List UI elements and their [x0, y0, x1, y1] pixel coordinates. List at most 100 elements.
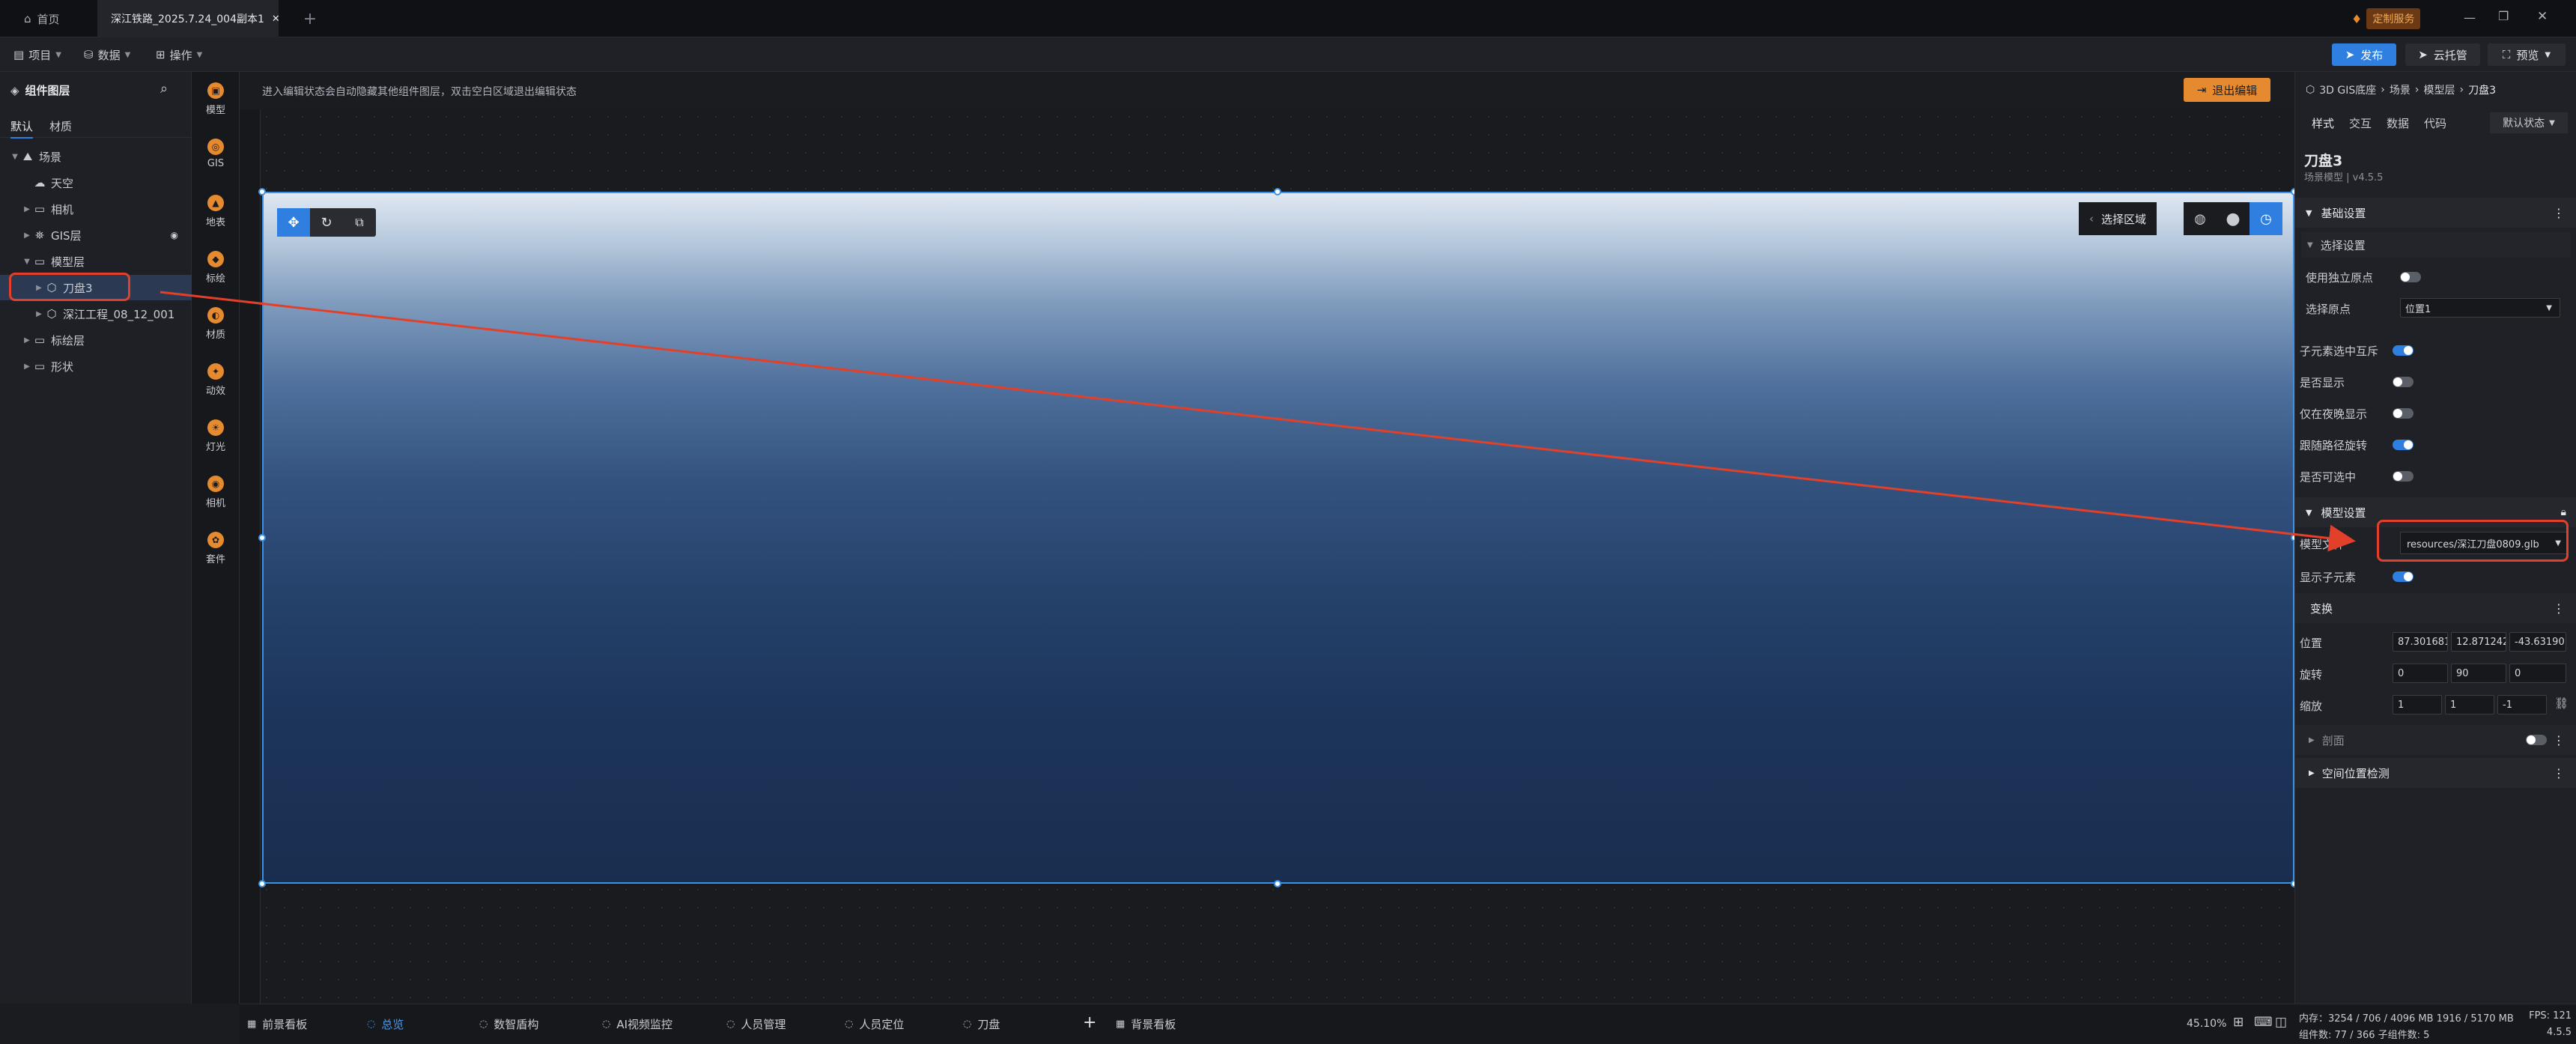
tab-data[interactable]: 数据	[2387, 115, 2409, 131]
more-icon[interactable]: ⋮	[2553, 766, 2565, 780]
clip-section[interactable]: ▶ 剖面 ⋮	[2295, 725, 2576, 755]
caret-right-icon[interactable]: ▶	[22, 231, 31, 240]
page-tab[interactable]: ◌ 数智盾构	[479, 1004, 538, 1044]
project-tab[interactable]: 深江铁路_2025.7.24_004副本1 ✕	[97, 0, 280, 37]
select-area-control[interactable]: ‹ 选择区域	[2079, 202, 2157, 235]
component-category-camera[interactable]: ◉ 相机	[192, 476, 240, 509]
more-icon[interactable]: ⋮	[2553, 733, 2565, 747]
caret-down-icon[interactable]: ▼	[22, 258, 31, 266]
page-tab[interactable]: ◌ 人员定位	[845, 1004, 904, 1044]
page-tab[interactable]: ▦ 背景看板	[1116, 1004, 1176, 1044]
breadcrumb-item[interactable]: 模型层	[2423, 82, 2455, 97]
page-tab[interactable]: ◌ 总览	[367, 1004, 404, 1044]
state-select[interactable]: 默认状态 ▼	[2490, 112, 2568, 133]
fit-icon[interactable]: ⊞	[2233, 1015, 2244, 1030]
space-detection-section[interactable]: ▶ 空间位置检测 ⋮	[2295, 758, 2576, 788]
component-category-kit[interactable]: ✿ 套件	[192, 532, 240, 565]
position-y-input[interactable]: 12.871242!	[2451, 632, 2506, 652]
scale-x-input[interactable]: 1	[2393, 695, 2442, 714]
tab-code[interactable]: 代码	[2424, 115, 2446, 131]
clip-toggle[interactable]	[2526, 735, 2547, 745]
breadcrumb-item[interactable]: 刀盘3	[2468, 82, 2496, 97]
add-tab-button[interactable]: +	[297, 0, 323, 37]
position-z-input[interactable]: -43.63190	[2509, 632, 2566, 652]
layer-tree-item[interactable]: ▶ ▭ 相机	[0, 196, 192, 222]
resize-handle-top[interactable]	[1274, 188, 1281, 195]
resize-handle-top-left[interactable]	[258, 188, 266, 195]
rotation-x-input[interactable]: 0	[2393, 664, 2448, 683]
layer-tree-item[interactable]: ▶ ⬡ 深江工程_08_12_001	[0, 301, 192, 327]
exit-edit-button[interactable]: ⇥ 退出编辑	[2184, 78, 2270, 102]
select-origin-dropdown[interactable]: 位置1 ▼	[2400, 298, 2560, 318]
move-icon[interactable]: ✥	[277, 208, 310, 237]
custom-service-button[interactable]: ♦ 定制服务	[2351, 7, 2421, 30]
resize-handle-bottom[interactable]	[1274, 880, 1281, 887]
hidden-eye-icon[interactable]: ◉	[171, 230, 178, 240]
caret-right-icon[interactable]: ▶	[22, 336, 31, 345]
tab-style[interactable]: 样式	[2312, 115, 2334, 131]
page-tab[interactable]: ◌ 刀盘	[963, 1004, 1000, 1044]
page-tab[interactable]: ◌ 人员管理	[726, 1004, 786, 1044]
follow-rotation-toggle[interactable]	[2393, 440, 2414, 450]
rotation-y-input[interactable]: 90	[2451, 664, 2506, 683]
restore-icon[interactable]: ❐	[2498, 9, 2509, 23]
publish-button[interactable]: ➤ 发布	[2332, 43, 2396, 66]
caret-right-icon[interactable]: ▶	[22, 362, 31, 371]
scale-z-input[interactable]: -1	[2497, 695, 2547, 714]
caret-down-icon[interactable]: ▼	[10, 153, 19, 161]
select-settings-section[interactable]: ▼ 选择设置	[2301, 232, 2571, 258]
more-icon[interactable]: ⋮	[2553, 601, 2565, 616]
basic-settings-section[interactable]: ▼ 基础设置 ⋮	[2295, 198, 2576, 228]
selectable-toggle[interactable]	[2393, 471, 2414, 482]
scene-viewport[interactable]: ✥ ↻ ⧉ ‹ 选择区域 ◍ ● ◷	[262, 192, 2294, 884]
close-icon[interactable]: ✕	[272, 13, 280, 25]
home-tab[interactable]: ⌂ 首页	[15, 0, 97, 37]
page-tab[interactable]: ◌ AI视频监控	[602, 1004, 672, 1044]
component-category-gis[interactable]: ◎ GIS	[192, 139, 240, 169]
zoom-level[interactable]: 45.10%	[2187, 1018, 2226, 1030]
scale-y-input[interactable]: 1	[2445, 695, 2494, 714]
project-menu[interactable]: ▤ 项目 ▼	[13, 37, 61, 72]
layer-tree-item[interactable]: ▼ ▭ 模型层	[0, 249, 192, 274]
panel-toggle-icon[interactable]: ◫	[2275, 1015, 2287, 1030]
component-category-light[interactable]: ☀ 灯光	[192, 419, 240, 453]
child-mutex-toggle[interactable]	[2393, 345, 2414, 356]
position-x-input[interactable]: 87.301681!	[2393, 632, 2448, 652]
component-category-material[interactable]: ◐ 材质	[192, 307, 240, 341]
component-category-effect[interactable]: ✦ 动效	[192, 363, 240, 397]
lock-icon[interactable]: 🔒︎	[2561, 506, 2566, 518]
window-close-icon[interactable]: ✕	[2537, 9, 2548, 24]
layer-tree-item[interactable]: ▶ ▭ 形状	[0, 353, 192, 379]
layer-tree-item[interactable]: ▼ ⛰ 场景	[0, 144, 192, 169]
link-icon[interactable]: ⛓	[2554, 696, 2569, 710]
tab-default[interactable]: 默认	[10, 118, 34, 139]
clock-icon[interactable]: ◷	[2250, 202, 2282, 235]
tab-material[interactable]: 材质	[49, 118, 72, 134]
component-category-marker[interactable]: ◆ 标绘	[192, 251, 240, 285]
minimize-icon[interactable]: —	[2464, 10, 2476, 25]
scale-icon[interactable]: ⧉	[343, 208, 376, 237]
add-page-icon[interactable]: +	[1083, 1013, 1096, 1032]
layer-tree-item[interactable]: ☁ 天空	[0, 170, 192, 195]
globe-icon[interactable]: ◍	[2184, 211, 2217, 227]
rotate-icon[interactable]: ↻	[310, 208, 343, 237]
caret-right-icon[interactable]: ▶	[34, 310, 43, 318]
search-icon[interactable]: ⌕	[160, 81, 168, 97]
layer-tree-item[interactable]: ▶ ⛯ GIS层 ◉	[0, 222, 192, 248]
component-category-model[interactable]: ▣ 模型	[192, 82, 240, 116]
breadcrumb-item[interactable]: 3D GIS底座	[2319, 82, 2376, 97]
resize-handle-bottom-left[interactable]	[258, 880, 266, 887]
rotation-z-input[interactable]: 0	[2509, 664, 2566, 683]
breadcrumb-item[interactable]: 场景	[2390, 82, 2411, 97]
caret-right-icon[interactable]: ▶	[22, 205, 31, 213]
is-visible-toggle[interactable]	[2393, 377, 2414, 387]
operate-menu[interactable]: ⊞ 操作 ▼	[156, 37, 202, 72]
preview-button[interactable]: ⛶ 预览 ▼	[2488, 43, 2566, 66]
more-icon[interactable]: ⋮	[2553, 206, 2565, 220]
data-menu[interactable]: ⛁ 数据 ▼	[84, 37, 130, 72]
component-category-terrain[interactable]: ▲ 地表	[192, 195, 240, 228]
resize-handle-left[interactable]	[258, 534, 266, 541]
transform-section[interactable]: 变换 ⋮	[2295, 593, 2576, 623]
keyboard-icon[interactable]: ⌨	[2254, 1015, 2273, 1030]
circle-icon[interactable]: ●	[2217, 210, 2250, 228]
